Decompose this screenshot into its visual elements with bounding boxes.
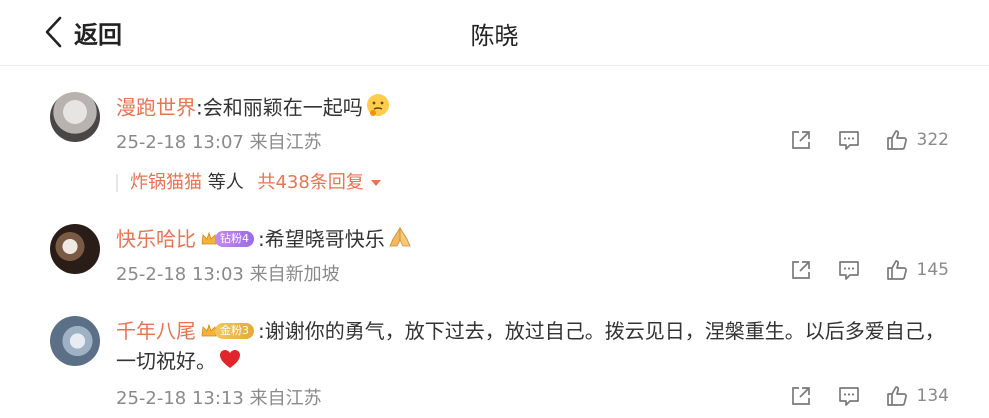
reply-button[interactable] (837, 258, 861, 282)
avatar[interactable] (50, 224, 100, 274)
username[interactable]: 快乐哈比 (116, 227, 196, 251)
comment-location: 来自江苏 (249, 388, 322, 409)
reply-count[interactable]: 共438条回复 (257, 172, 363, 193)
thumbs-up-icon (886, 260, 907, 280)
badge-label: 钻粉4 (215, 231, 254, 247)
caret-down-icon (370, 180, 381, 186)
top-bar: 返回 陈晓 (0, 0, 989, 66)
share-button[interactable] (789, 384, 813, 408)
badge-label: 金粉3 (215, 323, 254, 339)
reply-divider (116, 174, 118, 192)
thinking-face-emoji-icon (365, 92, 391, 126)
comment-line: 快乐哈比 钻粉4 :希望晓哥快乐 (116, 224, 949, 257)
comment-meta: 25-2-18 13:07 来自江苏 (116, 128, 322, 154)
comment-actions: 322 (789, 128, 949, 152)
comment-time: 25-2-18 13:07 (116, 132, 244, 153)
fan-badge: 金粉3 (200, 321, 254, 341)
avatar[interactable] (50, 316, 100, 366)
share-button[interactable] (789, 258, 813, 282)
username[interactable]: 漫跑世界 (116, 96, 196, 120)
comment-time: 25-2-18 13:13 (116, 388, 244, 409)
comment-text-continued: 一切祝好。 (116, 349, 216, 373)
replies-summary[interactable]: 炸锅猫猫 等人 共438条回复 (116, 166, 416, 200)
comment-text: :谢谢你的勇气，放下过去，放过自己。拨云见日，涅槃重生。以后多爱自己， (258, 319, 945, 343)
avatar[interactable] (50, 92, 100, 142)
comment-text: :会和丽颖在一起吗 (196, 95, 363, 120)
fan-badge: 钻粉4 (200, 229, 254, 249)
like-count: 134 (916, 386, 949, 406)
reply-button[interactable] (837, 128, 861, 152)
comment-icon (838, 131, 859, 150)
like-count: 145 (916, 260, 949, 280)
share-icon (791, 261, 810, 279)
comment-meta: 25-2-18 13:03 来自新加坡 (116, 260, 340, 286)
reply-button[interactable] (837, 384, 861, 408)
like-count: 322 (916, 130, 949, 150)
comment-meta: 25-2-18 13:13 来自江苏 (116, 384, 322, 410)
like-button[interactable]: 322 (885, 128, 949, 152)
reply-suffix: 等人 (207, 172, 244, 193)
share-button[interactable] (789, 128, 813, 152)
thumbs-up-icon (886, 130, 907, 150)
page-title: 陈晓 (470, 22, 519, 50)
comment-line: 千年八尾 金粉3 :谢谢你的勇气，放下过去，放过自己。拨云见日，涅槃重生。以后多… (116, 316, 949, 378)
share-icon (791, 131, 810, 149)
reply-user[interactable]: 炸锅猫猫 (130, 172, 202, 193)
share-icon (791, 387, 810, 405)
comment-icon (838, 261, 859, 280)
comment-line: 漫跑世界:会和丽颖在一起吗 (116, 92, 949, 126)
comment-location: 来自新加坡 (249, 264, 340, 285)
comment-actions: 145 (789, 258, 949, 282)
like-button[interactable]: 145 (885, 258, 949, 282)
comment-location: 来自江苏 (249, 132, 322, 153)
praying-hands-emoji-icon (387, 225, 413, 257)
comment-text: :希望晓哥快乐 (258, 227, 385, 251)
thumbs-up-icon (886, 386, 907, 406)
comment-actions: 134 (789, 384, 949, 408)
red-heart-emoji-icon (218, 348, 242, 378)
comment-icon (838, 387, 859, 406)
comment-time: 25-2-18 13:03 (116, 264, 244, 285)
username[interactable]: 千年八尾 (116, 319, 196, 343)
like-button[interactable]: 134 (885, 384, 949, 408)
